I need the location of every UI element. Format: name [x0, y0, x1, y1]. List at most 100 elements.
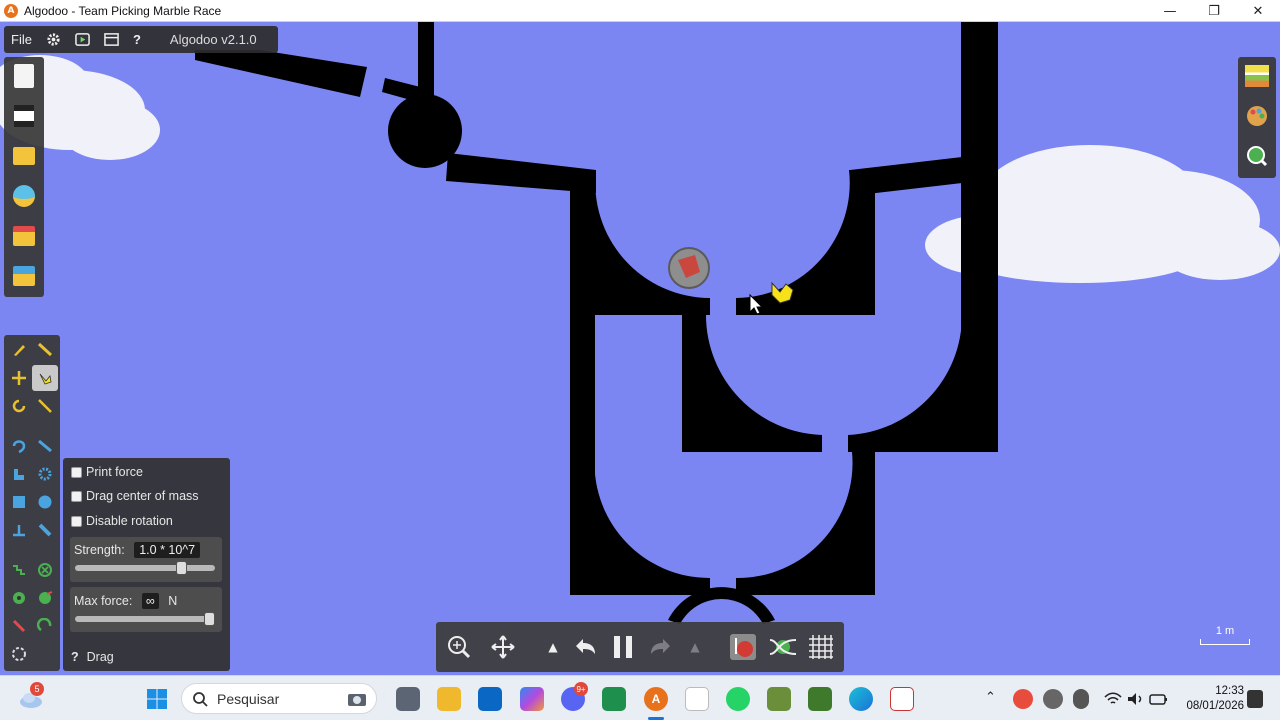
undo-history-arrow-icon[interactable]: ▲ — [536, 630, 570, 664]
knife-tool-icon[interactable] — [32, 433, 58, 459]
sync-status-icon[interactable] — [1013, 689, 1033, 709]
scale-tool-icon[interactable] — [32, 393, 58, 419]
window-layout-icon[interactable] — [97, 26, 126, 53]
print-force-option[interactable]: Print force — [71, 465, 143, 479]
box-tool-icon[interactable] — [6, 489, 32, 515]
background-layers-icon[interactable] — [1244, 63, 1270, 89]
max-force-value-field[interactable]: ∞ — [141, 593, 159, 609]
top-menu-bar: File ? Algodoo v2.1.0 — [4, 26, 278, 53]
app-version: Algodoo v2.1.0 — [169, 32, 257, 47]
max-force-slider-knob[interactable] — [204, 612, 215, 626]
file-menu[interactable]: File — [4, 26, 39, 53]
spring-tool-icon[interactable] — [6, 557, 32, 583]
laser-tool-icon[interactable] — [32, 517, 58, 543]
redo-icon[interactable] — [644, 630, 678, 664]
save-scene-icon[interactable] — [11, 263, 37, 289]
show-hidden-icons-chevron-icon[interactable]: ⌃ — [985, 690, 996, 705]
pan-icon[interactable] — [486, 630, 520, 664]
disable-rotation-label: Disable rotation — [86, 514, 173, 528]
pen-tool-icon[interactable] — [6, 613, 32, 639]
redo-history-arrow-icon[interactable]: ▲ — [678, 630, 712, 664]
edge-browser-icon[interactable] — [849, 687, 873, 711]
strength-label: Strength: — [74, 543, 125, 557]
minecraft-icon[interactable] — [767, 687, 791, 711]
file-toolbar — [4, 57, 44, 297]
window-title-bar: A Algodoo - Team Picking Marble Race — ❐… — [0, 0, 1280, 22]
spreadsheet-app-icon[interactable] — [602, 687, 626, 711]
cloud-offline-icon[interactable] — [1043, 689, 1063, 709]
minimize-button[interactable]: — — [1148, 0, 1192, 22]
strength-value-field[interactable]: 1.0 * 10^7 — [134, 542, 201, 558]
algodoo-app-icon: A — [4, 3, 18, 18]
maximize-button[interactable]: ❐ — [1192, 0, 1236, 22]
max-force-slider[interactable] — [75, 612, 215, 626]
clock-date: 08/01/2026 — [1186, 700, 1244, 712]
max-force-section: Max force: ∞ N — [70, 587, 222, 632]
grid-toggle-icon[interactable] — [804, 630, 838, 664]
drag-center-of-mass-option[interactable]: Drag center of mass — [71, 489, 199, 503]
copilot-icon[interactable] — [520, 687, 544, 711]
move-tool-icon[interactable] — [6, 365, 32, 391]
run-scene-icon[interactable] — [68, 26, 97, 53]
rope-tool-icon[interactable] — [6, 433, 32, 459]
spiral-tool-icon[interactable] — [6, 641, 32, 667]
roblox-icon[interactable] — [685, 687, 709, 711]
phunlets-folder-icon[interactable] — [11, 223, 37, 249]
volume-icon[interactable] — [1126, 690, 1146, 708]
chain-tool-icon[interactable] — [32, 613, 58, 639]
scene-browser-icon[interactable] — [11, 103, 37, 129]
drag-tool-icon[interactable] — [32, 365, 58, 391]
strength-slider[interactable] — [75, 561, 215, 575]
gravity-toggle-icon[interactable] — [726, 630, 760, 664]
brush-tool-icon[interactable] — [32, 337, 58, 363]
gear-tool-icon[interactable] — [32, 461, 58, 487]
algodoo-taskbar-icon[interactable]: A — [644, 687, 668, 711]
zoom-icon[interactable] — [442, 630, 476, 664]
microsoft-store-icon[interactable] — [478, 687, 502, 711]
rotate-tool-icon[interactable] — [6, 393, 32, 419]
wifi-icon[interactable] — [1103, 690, 1123, 708]
settings-gear-icon[interactable] — [39, 26, 68, 53]
help-question-icon[interactable]: ? — [71, 650, 79, 664]
scale-bar-line — [1200, 639, 1250, 645]
snipping-tool-icon[interactable] — [890, 687, 914, 711]
thruster-tool-icon[interactable] — [6, 517, 32, 543]
pause-icon[interactable] — [606, 630, 640, 664]
tracer-tool-icon[interactable] — [32, 585, 58, 611]
plane-tool-icon[interactable] — [6, 461, 32, 487]
microphone-icon[interactable] — [1073, 689, 1089, 709]
strength-slider-knob[interactable] — [176, 561, 187, 575]
whatsapp-icon[interactable] — [726, 687, 750, 711]
open-folder-icon[interactable] — [11, 143, 37, 169]
circle-tool-icon[interactable] — [32, 489, 58, 515]
discord-badge: 9+ — [574, 682, 588, 696]
taskbar-clock[interactable]: 12:33 08/01/2026 — [1174, 684, 1244, 714]
minecraft-launcher-icon[interactable] — [808, 687, 832, 711]
algobox-icon[interactable] — [11, 183, 37, 209]
fixate-tool-icon[interactable] — [32, 557, 58, 583]
close-button[interactable]: ✕ — [1236, 0, 1280, 22]
print-force-checkbox[interactable] — [71, 466, 82, 478]
max-force-label: Max force: — [74, 594, 133, 608]
file-explorer-icon[interactable] — [437, 687, 461, 711]
task-view-icon[interactable] — [396, 687, 420, 711]
notifications-icon[interactable] — [1247, 690, 1263, 708]
drag-center-of-mass-checkbox[interactable] — [71, 490, 82, 502]
marble[interactable] — [668, 247, 710, 289]
air-friction-toggle-icon[interactable] — [766, 630, 800, 664]
disable-rotation-option[interactable]: Disable rotation — [71, 514, 173, 528]
undo-icon[interactable] — [568, 630, 602, 664]
taskbar-search-box[interactable]: Pesquisar — [181, 683, 377, 714]
help-icon[interactable]: ? — [126, 26, 148, 53]
disable-rotation-checkbox[interactable] — [71, 515, 82, 527]
color-palette-icon[interactable] — [1244, 103, 1270, 129]
camera-icon — [348, 693, 366, 706]
scale-bar-label: 1 m — [1215, 625, 1235, 637]
sketch-tool-icon[interactable] — [6, 337, 32, 363]
zoom-inspect-icon[interactable] — [1244, 143, 1270, 169]
window-title: Algodoo - Team Picking Marble Race — [24, 3, 222, 18]
hinge-tool-icon[interactable] — [6, 585, 32, 611]
battery-icon[interactable] — [1149, 690, 1169, 708]
windows-start-icon[interactable] — [145, 687, 169, 711]
new-scene-icon[interactable] — [11, 63, 37, 89]
